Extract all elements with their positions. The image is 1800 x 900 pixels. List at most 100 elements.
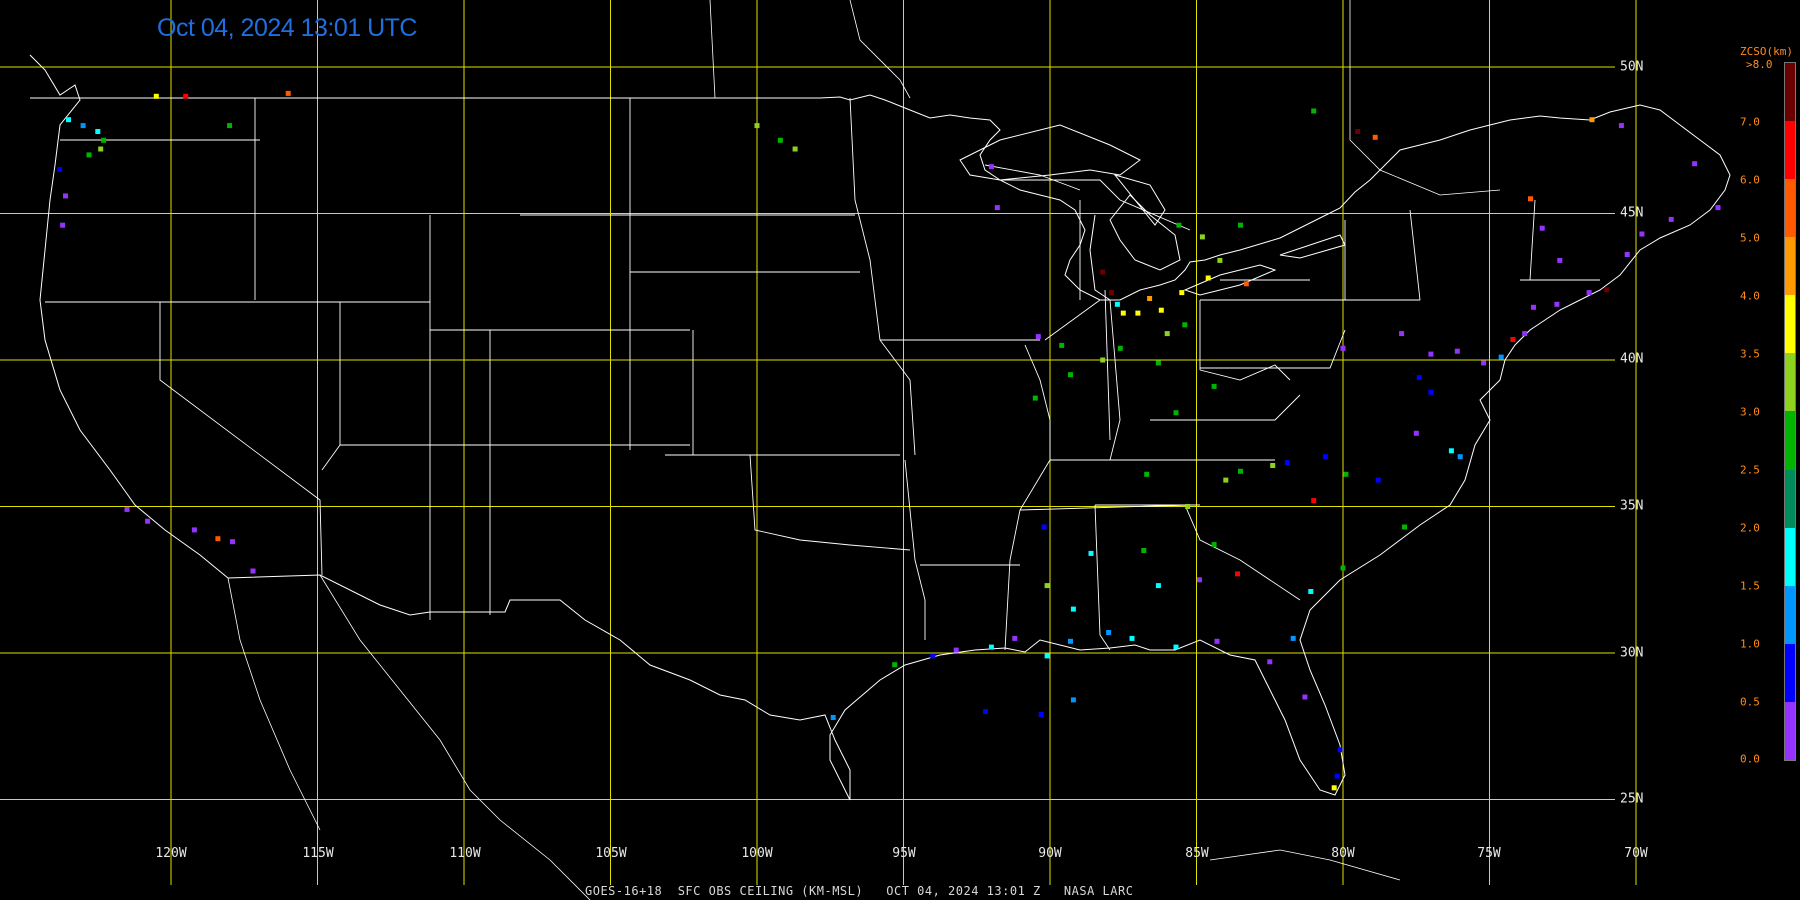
observation-point xyxy=(183,93,189,99)
observation-point xyxy=(1481,360,1487,366)
observation-point xyxy=(792,146,798,152)
legend-tick: 2.0 xyxy=(1740,521,1760,535)
lon-label: 105W xyxy=(595,846,627,861)
legend-color-segment xyxy=(1785,469,1795,528)
observation-point xyxy=(1044,583,1050,589)
observation-point xyxy=(285,90,291,96)
observation-point xyxy=(1100,357,1106,363)
great-lakes xyxy=(959,124,1346,301)
legend-color-segment xyxy=(1785,179,1795,238)
observation-point xyxy=(1106,630,1112,635)
observation-point xyxy=(1498,354,1504,360)
legend-tick: 0.0 xyxy=(1740,752,1760,766)
observation-point xyxy=(1176,222,1182,228)
observation-point xyxy=(1196,577,1202,583)
observation-point xyxy=(1217,257,1223,263)
observation-point xyxy=(1173,644,1179,650)
legend-color-segment xyxy=(1785,237,1795,296)
observation-point xyxy=(1586,290,1592,296)
observation-point xyxy=(988,644,994,650)
observation-point xyxy=(1185,504,1191,509)
legend-color-segment xyxy=(1785,527,1795,586)
observation-point xyxy=(1141,548,1147,553)
legend-tick: 1.0 xyxy=(1740,637,1760,651)
observation-point xyxy=(230,539,235,545)
legend-tick: 7.0 xyxy=(1740,115,1760,129)
legend-color-segment xyxy=(1785,411,1795,470)
observation-point xyxy=(1375,477,1381,483)
lat-label: 25N xyxy=(1620,791,1644,807)
ceiling-observation-map xyxy=(0,0,1731,900)
observation-point xyxy=(1302,694,1308,700)
observation-point xyxy=(153,93,159,99)
observation-point xyxy=(1035,334,1041,340)
observation-point xyxy=(953,647,959,653)
observation-point xyxy=(1041,524,1047,530)
observation-point xyxy=(1068,372,1073,378)
observation-point xyxy=(1088,550,1094,556)
observation-point xyxy=(66,117,71,123)
observation-point xyxy=(994,205,1000,211)
observation-point xyxy=(1070,697,1076,703)
lat-lon-grid xyxy=(0,0,1637,885)
observation-point xyxy=(1457,454,1463,460)
observation-point xyxy=(1428,389,1434,395)
observation-point xyxy=(1372,134,1378,140)
observation-point xyxy=(830,715,836,720)
lon-label: 115W xyxy=(302,846,334,861)
observation-point xyxy=(1355,129,1361,134)
observation-point xyxy=(1402,524,1407,530)
lat-label: 35N xyxy=(1620,498,1644,514)
legend-color-segment xyxy=(1785,701,1795,760)
legend-color-segment xyxy=(1785,353,1795,412)
lon-label: 80W xyxy=(1331,846,1355,861)
lat-label: 30N xyxy=(1620,645,1644,661)
observation-point xyxy=(1510,337,1516,342)
observation-point xyxy=(1129,635,1135,641)
lon-label: 70W xyxy=(1624,846,1648,861)
legend-tick: 3.0 xyxy=(1740,405,1760,419)
observation-point xyxy=(1205,275,1211,281)
observation-point xyxy=(930,653,936,659)
observation-point xyxy=(1238,468,1243,474)
map-borders xyxy=(29,0,1731,900)
observation-point xyxy=(1164,331,1170,337)
observation-point xyxy=(1531,304,1536,310)
observation-point xyxy=(988,164,994,170)
lat-label: 50N xyxy=(1620,59,1644,75)
observation-point xyxy=(1135,310,1141,316)
legend-top-label: >8.0 xyxy=(1746,58,1773,71)
observation-point xyxy=(215,536,221,542)
state-lines xyxy=(45,97,1600,651)
observation-point xyxy=(1214,638,1220,644)
observation-point xyxy=(60,222,66,228)
observation-point xyxy=(983,709,988,715)
timestamp-title: Oct 04, 2024 13:01 UTC xyxy=(157,14,417,42)
observation-point xyxy=(101,137,107,143)
observation-point xyxy=(1290,635,1296,641)
observation-point xyxy=(1715,205,1721,211)
observation-point xyxy=(1413,430,1419,436)
observation-point xyxy=(1343,471,1349,477)
lon-label: 95W xyxy=(892,846,916,861)
us-outline xyxy=(29,54,1731,801)
observation-point xyxy=(892,662,898,668)
observation-point xyxy=(250,568,256,574)
observation-point xyxy=(1557,257,1563,263)
observation-point xyxy=(1068,638,1073,644)
observation-point xyxy=(1243,281,1249,287)
legend-tick: 2.5 xyxy=(1740,463,1760,477)
lon-label: 120W xyxy=(155,846,187,861)
observation-point xyxy=(1337,747,1343,753)
lon-label: 110W xyxy=(449,846,481,861)
observation-point xyxy=(1032,395,1038,401)
observation-point xyxy=(124,506,130,512)
observation-point xyxy=(1528,196,1533,202)
observation-point xyxy=(1331,785,1337,791)
legend-color-segment xyxy=(1785,295,1795,354)
observation-points xyxy=(57,90,1721,791)
observation-point xyxy=(1340,345,1346,351)
observation-point xyxy=(1211,542,1217,548)
lon-label: 100W xyxy=(741,846,773,861)
legend-color-bar xyxy=(1784,62,1796,761)
